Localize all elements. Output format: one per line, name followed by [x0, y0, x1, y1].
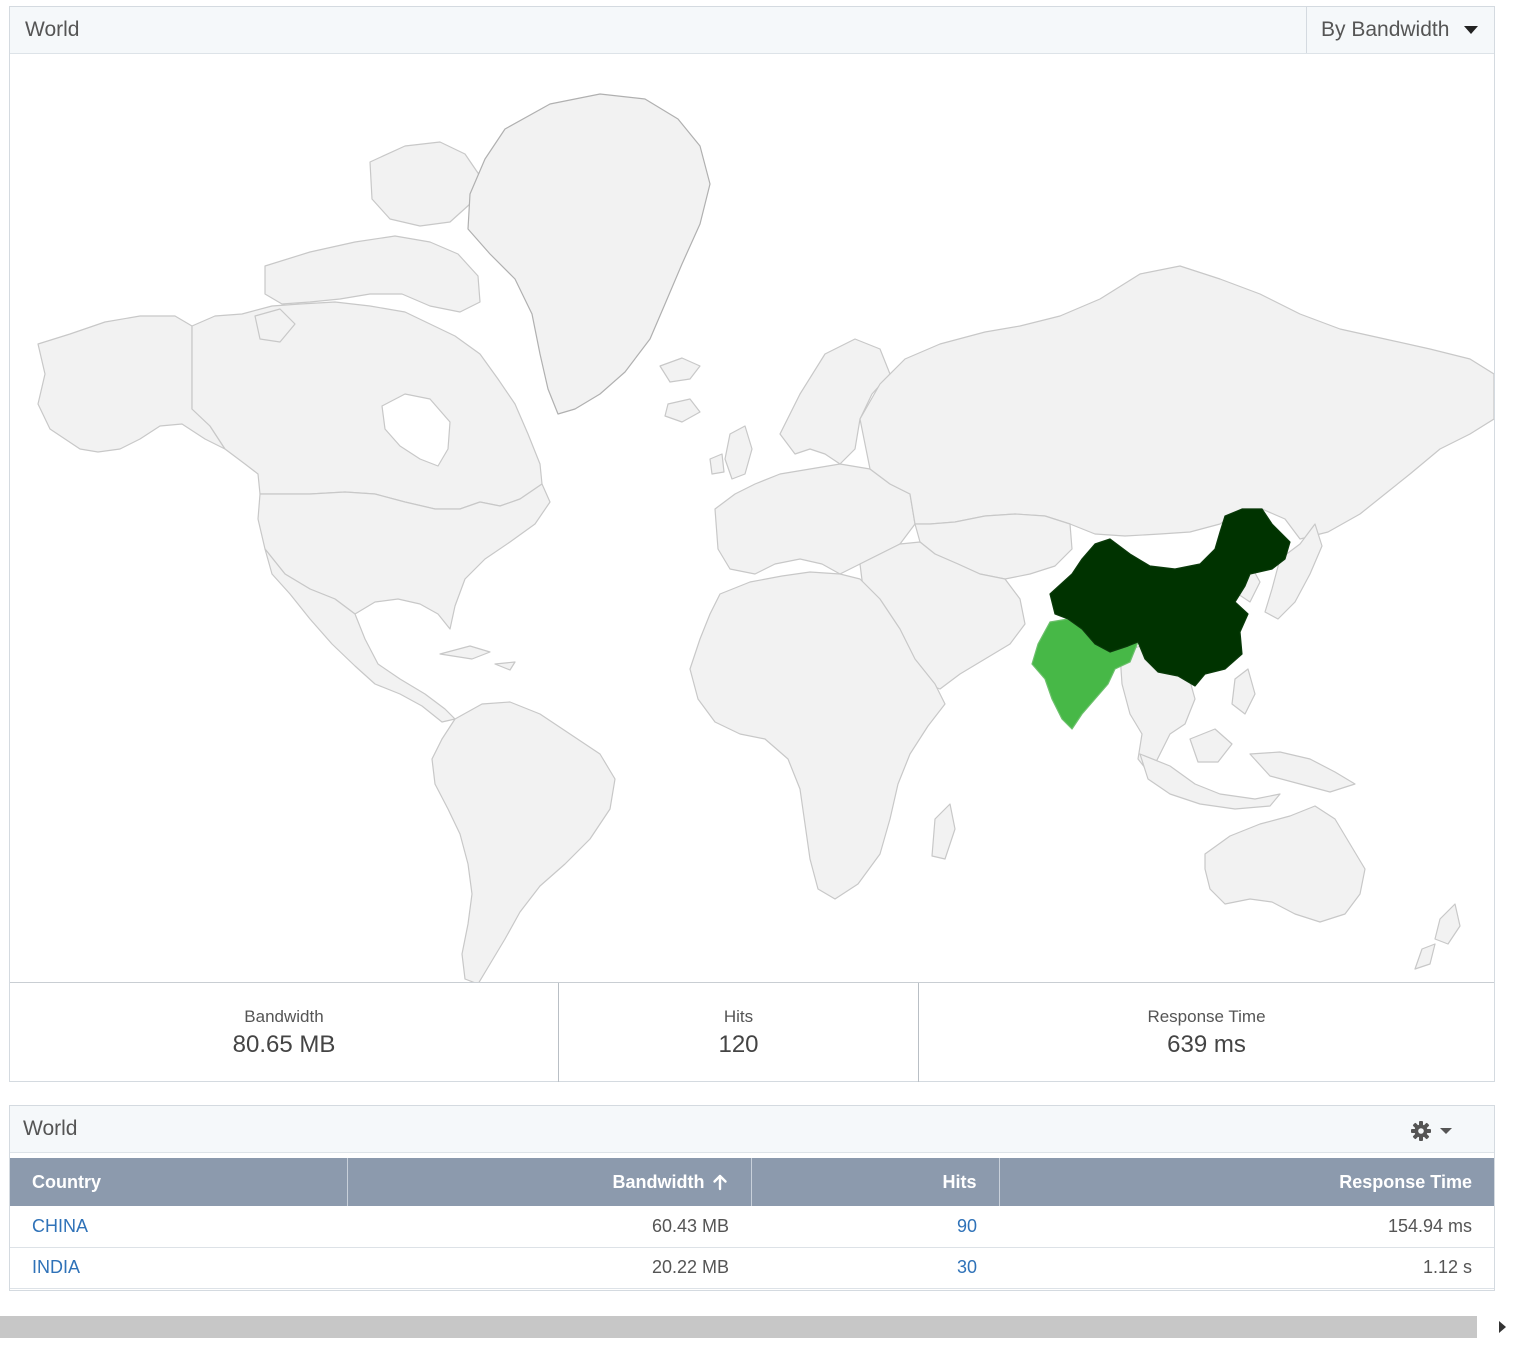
- region-arctic-islands: [264, 235, 481, 313]
- stat-bandwidth-label: Bandwidth: [244, 1007, 324, 1026]
- scroll-right-button[interactable]: [1477, 1316, 1513, 1338]
- column-header-response-time-label: Response Time: [1339, 1171, 1472, 1192]
- world-map-canvas: [37, 93, 1494, 982]
- region-australia: [1204, 805, 1366, 923]
- map-panel-header: World By Bandwidth: [10, 7, 1494, 54]
- world-map-panel: World By Bandwidth Bandwidth 80.65 MB Hi…: [9, 6, 1495, 1082]
- horizontal-scrollbar[interactable]: [0, 1316, 1513, 1338]
- column-header-bandwidth-label: Bandwidth: [612, 1171, 705, 1192]
- stat-response-time-label: Response Time: [1147, 1007, 1266, 1026]
- region-russia[interactable]: [859, 265, 1494, 540]
- stat-response-time-value: 639 ms: [1167, 1031, 1246, 1058]
- column-header-hits[interactable]: Hits: [751, 1158, 1000, 1206]
- hits-link[interactable]: 30: [957, 1257, 977, 1277]
- table-panel-header: World: [10, 1106, 1494, 1153]
- column-header-hits-label: Hits: [942, 1171, 977, 1192]
- gear-icon: [1411, 1121, 1431, 1141]
- cell-response-time: 1.12 s: [999, 1247, 1494, 1289]
- table-settings-button[interactable]: [1410, 1120, 1460, 1142]
- hits-link[interactable]: 90: [957, 1216, 977, 1236]
- country-link-india[interactable]: INDIA: [32, 1257, 80, 1277]
- country-table: Country Bandwidth Hits Response Time CHI…: [10, 1158, 1494, 1289]
- region-canada[interactable]: [191, 301, 543, 510]
- view-mode-dropdown[interactable]: By Bandwidth: [1306, 7, 1494, 53]
- stat-hits-value: 120: [718, 1031, 759, 1058]
- column-header-response-time[interactable]: Response Time: [999, 1158, 1494, 1206]
- map-panel-title: World: [25, 18, 80, 41]
- table-header-row: Country Bandwidth Hits Response Time: [10, 1158, 1494, 1206]
- chevron-down-icon: [1440, 1128, 1452, 1134]
- world-table-panel: World Country Bandwidth Hits Response Ti…: [9, 1105, 1495, 1291]
- cell-bandwidth: 20.22 MB: [347, 1247, 751, 1289]
- table-panel-title: World: [23, 1117, 78, 1140]
- view-mode-selected: By Bandwidth: [1321, 18, 1450, 41]
- column-header-bandwidth[interactable]: Bandwidth: [347, 1158, 752, 1206]
- chevron-down-icon: [1464, 26, 1478, 34]
- table-row: CHINA 60.43 MB 90 154.94 ms: [10, 1206, 1494, 1248]
- stat-bandwidth: Bandwidth 80.65 MB: [10, 983, 559, 1082]
- cell-response-time: 154.94 ms: [999, 1206, 1494, 1248]
- world-map[interactable]: [10, 54, 1494, 982]
- column-header-country[interactable]: Country: [10, 1158, 348, 1206]
- stat-hits: Hits 120: [559, 983, 919, 1082]
- column-header-country-label: Country: [32, 1171, 101, 1192]
- region-south-america[interactable]: [431, 701, 616, 982]
- sort-ascending-icon: [712, 1174, 727, 1190]
- stat-hits-label: Hits: [723, 1007, 754, 1026]
- summary-stats: Bandwidth 80.65 MB Hits 120 Response Tim…: [10, 982, 1494, 1082]
- stat-response-time: Response Time 639 ms: [919, 983, 1494, 1082]
- country-link-china[interactable]: CHINA: [32, 1216, 88, 1236]
- table-row: INDIA 20.22 MB 30 1.12 s: [10, 1247, 1494, 1289]
- arrow-right-icon: [1499, 1321, 1506, 1333]
- cell-bandwidth: 60.43 MB: [347, 1206, 751, 1248]
- stat-bandwidth-value: 80.65 MB: [232, 1031, 336, 1058]
